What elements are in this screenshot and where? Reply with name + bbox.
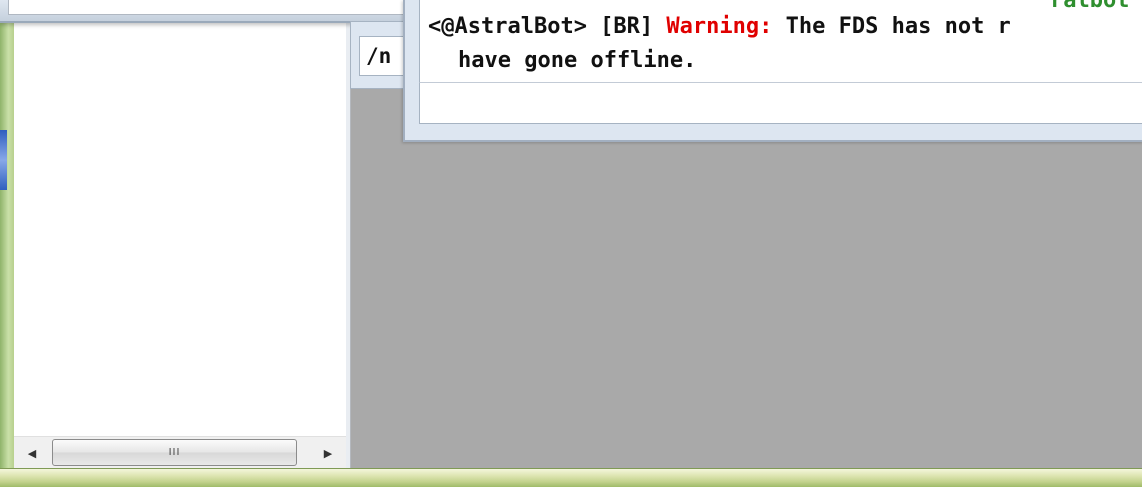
nick-list-panel[interactable] <box>14 0 347 468</box>
foreground-chat-window[interactable]: <@AstralBot> [BR] Warning: The FDS has n… <box>403 0 1142 142</box>
message-prefix: <@AstralBot> [BR] <box>428 14 667 39</box>
message-text: The FDS has not r <box>772 14 1011 39</box>
chat-message-line: <@AstralBot> [BR] Warning: The FDS has n… <box>428 14 1011 39</box>
scroll-left-arrow-icon[interactable]: ◀ <box>14 437 50 469</box>
scroll-right-arrow-icon[interactable]: ▶ <box>310 437 346 469</box>
warning-label: Warning: <box>666 14 773 39</box>
horizontal-scrollbar[interactable]: ◀ III ▶ <box>14 436 346 469</box>
chat-message-continuation: have gone offline. <box>458 48 697 73</box>
scrollbar-thumb[interactable]: III <box>52 439 297 466</box>
chat-text-fragment: ralbot <box>1050 0 1142 8</box>
window-frame-bottom <box>0 468 1142 487</box>
chat-log: <@AstralBot> [BR] Warning: The FDS has n… <box>419 0 1142 83</box>
chat-input[interactable] <box>419 83 1142 124</box>
taskbar-edge <box>0 130 7 190</box>
window-frame-left <box>0 0 14 486</box>
